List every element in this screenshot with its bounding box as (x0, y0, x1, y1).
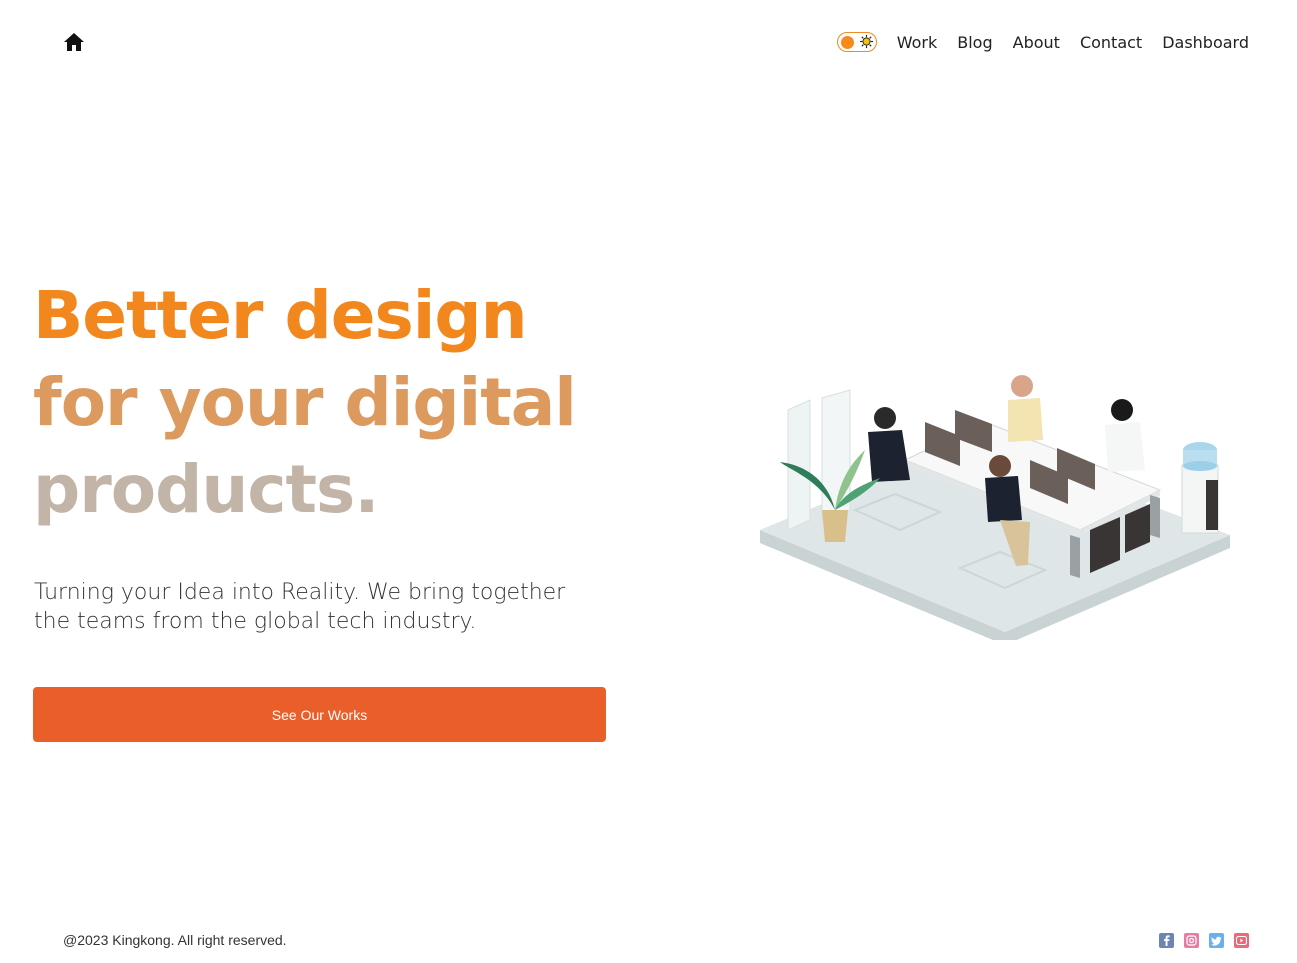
nav-work[interactable]: Work (897, 33, 938, 52)
facebook-icon[interactable] (1159, 933, 1174, 948)
headline-line-1: Better design (33, 277, 528, 354)
hero-headline: Better design for your digital products. (33, 272, 577, 533)
sun-icon (859, 34, 873, 49)
twitter-icon[interactable] (1209, 933, 1224, 948)
nav-dashboard[interactable]: Dashboard (1162, 33, 1249, 52)
youtube-icon[interactable] (1234, 933, 1249, 948)
home-link[interactable] (62, 30, 86, 54)
main-nav: Work Blog About Contact Dashboard (836, 32, 1249, 52)
nav-blog[interactable]: Blog (957, 33, 992, 52)
social-links (1159, 933, 1249, 948)
hero-subtitle: Turning your Idea into Reality. We bring… (34, 580, 566, 634)
office-illustration (760, 375, 1230, 640)
headline-line-3: products. (33, 451, 379, 528)
home-icon (64, 33, 84, 51)
theme-toggle[interactable] (836, 32, 877, 52)
toggle-knob (840, 35, 854, 49)
see-our-works-button[interactable]: See Our Works (33, 687, 606, 742)
headline-line-2: for your digital (33, 364, 577, 441)
page: Work Blog About Contact Dashboard Better… (0, 0, 1297, 963)
nav-about[interactable]: About (1013, 33, 1060, 52)
instagram-icon[interactable] (1184, 933, 1199, 948)
copyright-text: @2023 Kingkong. All right reserved. (63, 932, 287, 948)
nav-contact[interactable]: Contact (1080, 33, 1142, 52)
